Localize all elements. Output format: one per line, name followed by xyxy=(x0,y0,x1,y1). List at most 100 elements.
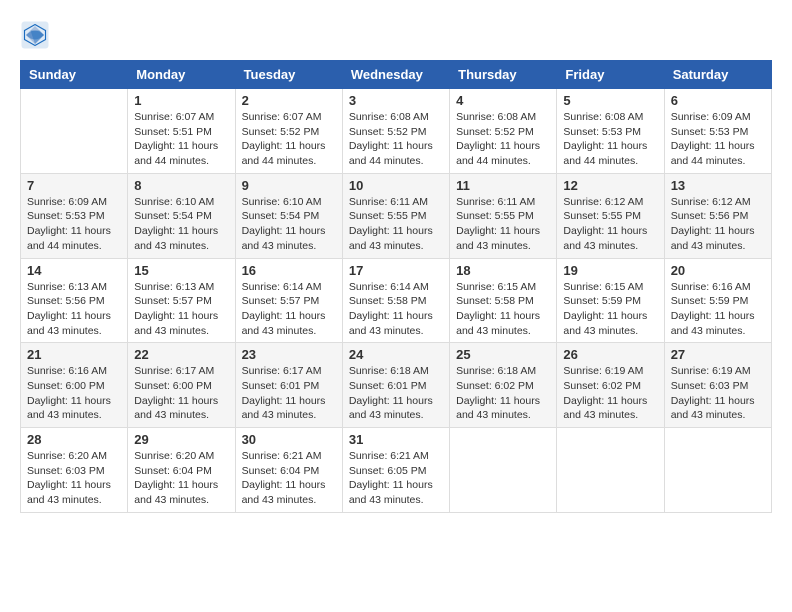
calendar-cell: 8 Sunrise: 6:10 AM Sunset: 5:54 PM Daylig… xyxy=(128,173,235,258)
calendar-cell xyxy=(21,89,128,174)
day-info: Sunrise: 6:10 AM Sunset: 5:54 PM Dayligh… xyxy=(242,195,336,254)
day-info: Sunrise: 6:20 AM Sunset: 6:03 PM Dayligh… xyxy=(27,449,121,508)
day-of-week-header: Friday xyxy=(557,61,664,89)
calendar-cell: 15 Sunrise: 6:13 AM Sunset: 5:57 PM Dayli… xyxy=(128,258,235,343)
calendar-header: SundayMondayTuesdayWednesdayThursdayFrid… xyxy=(21,61,772,89)
calendar-cell: 4 Sunrise: 6:08 AM Sunset: 5:52 PM Daylig… xyxy=(450,89,557,174)
day-number: 29 xyxy=(134,432,228,447)
calendar-cell: 28 Sunrise: 6:20 AM Sunset: 6:03 PM Dayli… xyxy=(21,428,128,513)
day-info: Sunrise: 6:13 AM Sunset: 5:56 PM Dayligh… xyxy=(27,280,121,339)
day-number: 14 xyxy=(27,263,121,278)
day-number: 10 xyxy=(349,178,443,193)
calendar-cell: 19Sunrise: 6:15 AM Sunset: 5:59 PM Dayli… xyxy=(557,258,664,343)
day-info: Sunrise: 6:21 AM Sunset: 6:04 PM Dayligh… xyxy=(242,449,336,508)
day-info: Sunrise: 6:14 AM Sunset: 5:57 PM Dayligh… xyxy=(242,280,336,339)
day-number: 28 xyxy=(27,432,121,447)
day-number: 22 xyxy=(134,347,228,362)
day-number: 27 xyxy=(671,347,765,362)
calendar-cell xyxy=(450,428,557,513)
day-info: Sunrise: 6:10 AM Sunset: 5:54 PM Dayligh… xyxy=(134,195,228,254)
day-of-week-header: Saturday xyxy=(664,61,771,89)
day-number: 16 xyxy=(242,263,336,278)
day-info: Sunrise: 6:18 AM Sunset: 6:02 PM Dayligh… xyxy=(456,364,550,423)
day-info: Sunrise: 6:08 AM Sunset: 5:52 PM Dayligh… xyxy=(456,110,550,169)
day-info: Sunrise: 6:14 AM Sunset: 5:58 PM Dayligh… xyxy=(349,280,443,339)
day-number: 8 xyxy=(134,178,228,193)
calendar-cell: 2 Sunrise: 6:07 AM Sunset: 5:52 PM Daylig… xyxy=(235,89,342,174)
day-info: Sunrise: 6:07 AM Sunset: 5:51 PM Dayligh… xyxy=(134,110,228,169)
calendar-cell: 27 Sunrise: 6:19 AM Sunset: 6:03 PM Dayli… xyxy=(664,343,771,428)
day-number: 20 xyxy=(671,263,765,278)
day-info: Sunrise: 6:20 AM Sunset: 6:04 PM Dayligh… xyxy=(134,449,228,508)
day-number: 25 xyxy=(456,347,550,362)
day-number: 13 xyxy=(671,178,765,193)
day-info: Sunrise: 6:08 AM Sunset: 5:53 PM Dayligh… xyxy=(563,110,657,169)
logo xyxy=(20,20,54,50)
calendar-cell: 6 Sunrise: 6:09 AM Sunset: 5:53 PM Daylig… xyxy=(664,89,771,174)
day-info: Sunrise: 6:16 AM Sunset: 6:00 PM Dayligh… xyxy=(27,364,121,423)
calendar-cell: 11Sunrise: 6:11 AM Sunset: 5:55 PM Dayli… xyxy=(450,173,557,258)
day-info: Sunrise: 6:09 AM Sunset: 5:53 PM Dayligh… xyxy=(27,195,121,254)
calendar-cell: 17Sunrise: 6:14 AM Sunset: 5:58 PM Dayli… xyxy=(342,258,449,343)
calendar-cell xyxy=(664,428,771,513)
day-number: 9 xyxy=(242,178,336,193)
calendar-cell: 21 Sunrise: 6:16 AM Sunset: 6:00 PM Dayli… xyxy=(21,343,128,428)
day-of-week-header: Wednesday xyxy=(342,61,449,89)
day-info: Sunrise: 6:15 AM Sunset: 5:58 PM Dayligh… xyxy=(456,280,550,339)
calendar-cell: 12 Sunrise: 6:12 AM Sunset: 5:55 PM Dayli… xyxy=(557,173,664,258)
day-number: 6 xyxy=(671,93,765,108)
day-number: 12 xyxy=(563,178,657,193)
day-number: 19 xyxy=(563,263,657,278)
calendar-cell: 3Sunrise: 6:08 AM Sunset: 5:52 PM Daylig… xyxy=(342,89,449,174)
day-number: 2 xyxy=(242,93,336,108)
day-number: 15 xyxy=(134,263,228,278)
calendar-week-row: 7 Sunrise: 6:09 AM Sunset: 5:53 PM Daylig… xyxy=(21,173,772,258)
calendar-cell: 26 Sunrise: 6:19 AM Sunset: 6:02 PM Dayli… xyxy=(557,343,664,428)
day-number: 3 xyxy=(349,93,443,108)
day-number: 4 xyxy=(456,93,550,108)
calendar-cell xyxy=(557,428,664,513)
day-number: 7 xyxy=(27,178,121,193)
day-number: 31 xyxy=(349,432,443,447)
day-info: Sunrise: 6:12 AM Sunset: 5:55 PM Dayligh… xyxy=(563,195,657,254)
calendar-cell: 13Sunrise: 6:12 AM Sunset: 5:56 PM Dayli… xyxy=(664,173,771,258)
day-info: Sunrise: 6:19 AM Sunset: 6:03 PM Dayligh… xyxy=(671,364,765,423)
page-header xyxy=(20,20,772,50)
day-info: Sunrise: 6:11 AM Sunset: 5:55 PM Dayligh… xyxy=(456,195,550,254)
day-number: 18 xyxy=(456,263,550,278)
day-info: Sunrise: 6:18 AM Sunset: 6:01 PM Dayligh… xyxy=(349,364,443,423)
day-info: Sunrise: 6:17 AM Sunset: 6:01 PM Dayligh… xyxy=(242,364,336,423)
day-info: Sunrise: 6:09 AM Sunset: 5:53 PM Dayligh… xyxy=(671,110,765,169)
calendar-cell: 29 Sunrise: 6:20 AM Sunset: 6:04 PM Dayli… xyxy=(128,428,235,513)
logo-icon xyxy=(20,20,50,50)
calendar-cell: 7 Sunrise: 6:09 AM Sunset: 5:53 PM Daylig… xyxy=(21,173,128,258)
calendar-table: SundayMondayTuesdayWednesdayThursdayFrid… xyxy=(20,60,772,513)
calendar-week-row: 1Sunrise: 6:07 AM Sunset: 5:51 PM Daylig… xyxy=(21,89,772,174)
day-info: Sunrise: 6:16 AM Sunset: 5:59 PM Dayligh… xyxy=(671,280,765,339)
calendar-cell: 5Sunrise: 6:08 AM Sunset: 5:53 PM Daylig… xyxy=(557,89,664,174)
calendar-week-row: 28 Sunrise: 6:20 AM Sunset: 6:03 PM Dayli… xyxy=(21,428,772,513)
day-number: 23 xyxy=(242,347,336,362)
day-of-week-header: Thursday xyxy=(450,61,557,89)
calendar-cell: 31Sunrise: 6:21 AM Sunset: 6:05 PM Dayli… xyxy=(342,428,449,513)
calendar-cell: 14 Sunrise: 6:13 AM Sunset: 5:56 PM Dayli… xyxy=(21,258,128,343)
day-number: 26 xyxy=(563,347,657,362)
day-info: Sunrise: 6:19 AM Sunset: 6:02 PM Dayligh… xyxy=(563,364,657,423)
calendar-week-row: 21 Sunrise: 6:16 AM Sunset: 6:00 PM Dayli… xyxy=(21,343,772,428)
calendar-cell: 23 Sunrise: 6:17 AM Sunset: 6:01 PM Dayli… xyxy=(235,343,342,428)
calendar-cell: 16 Sunrise: 6:14 AM Sunset: 5:57 PM Dayli… xyxy=(235,258,342,343)
day-info: Sunrise: 6:13 AM Sunset: 5:57 PM Dayligh… xyxy=(134,280,228,339)
day-info: Sunrise: 6:17 AM Sunset: 6:00 PM Dayligh… xyxy=(134,364,228,423)
calendar-cell: 20 Sunrise: 6:16 AM Sunset: 5:59 PM Dayli… xyxy=(664,258,771,343)
calendar-cell: 25 Sunrise: 6:18 AM Sunset: 6:02 PM Dayli… xyxy=(450,343,557,428)
day-info: Sunrise: 6:07 AM Sunset: 5:52 PM Dayligh… xyxy=(242,110,336,169)
day-number: 24 xyxy=(349,347,443,362)
calendar-cell: 10Sunrise: 6:11 AM Sunset: 5:55 PM Dayli… xyxy=(342,173,449,258)
calendar-cell: 9 Sunrise: 6:10 AM Sunset: 5:54 PM Daylig… xyxy=(235,173,342,258)
day-number: 21 xyxy=(27,347,121,362)
calendar-cell: 22 Sunrise: 6:17 AM Sunset: 6:00 PM Dayli… xyxy=(128,343,235,428)
days-of-week-row: SundayMondayTuesdayWednesdayThursdayFrid… xyxy=(21,61,772,89)
day-of-week-header: Monday xyxy=(128,61,235,89)
day-of-week-header: Sunday xyxy=(21,61,128,89)
calendar-body: 1Sunrise: 6:07 AM Sunset: 5:51 PM Daylig… xyxy=(21,89,772,513)
